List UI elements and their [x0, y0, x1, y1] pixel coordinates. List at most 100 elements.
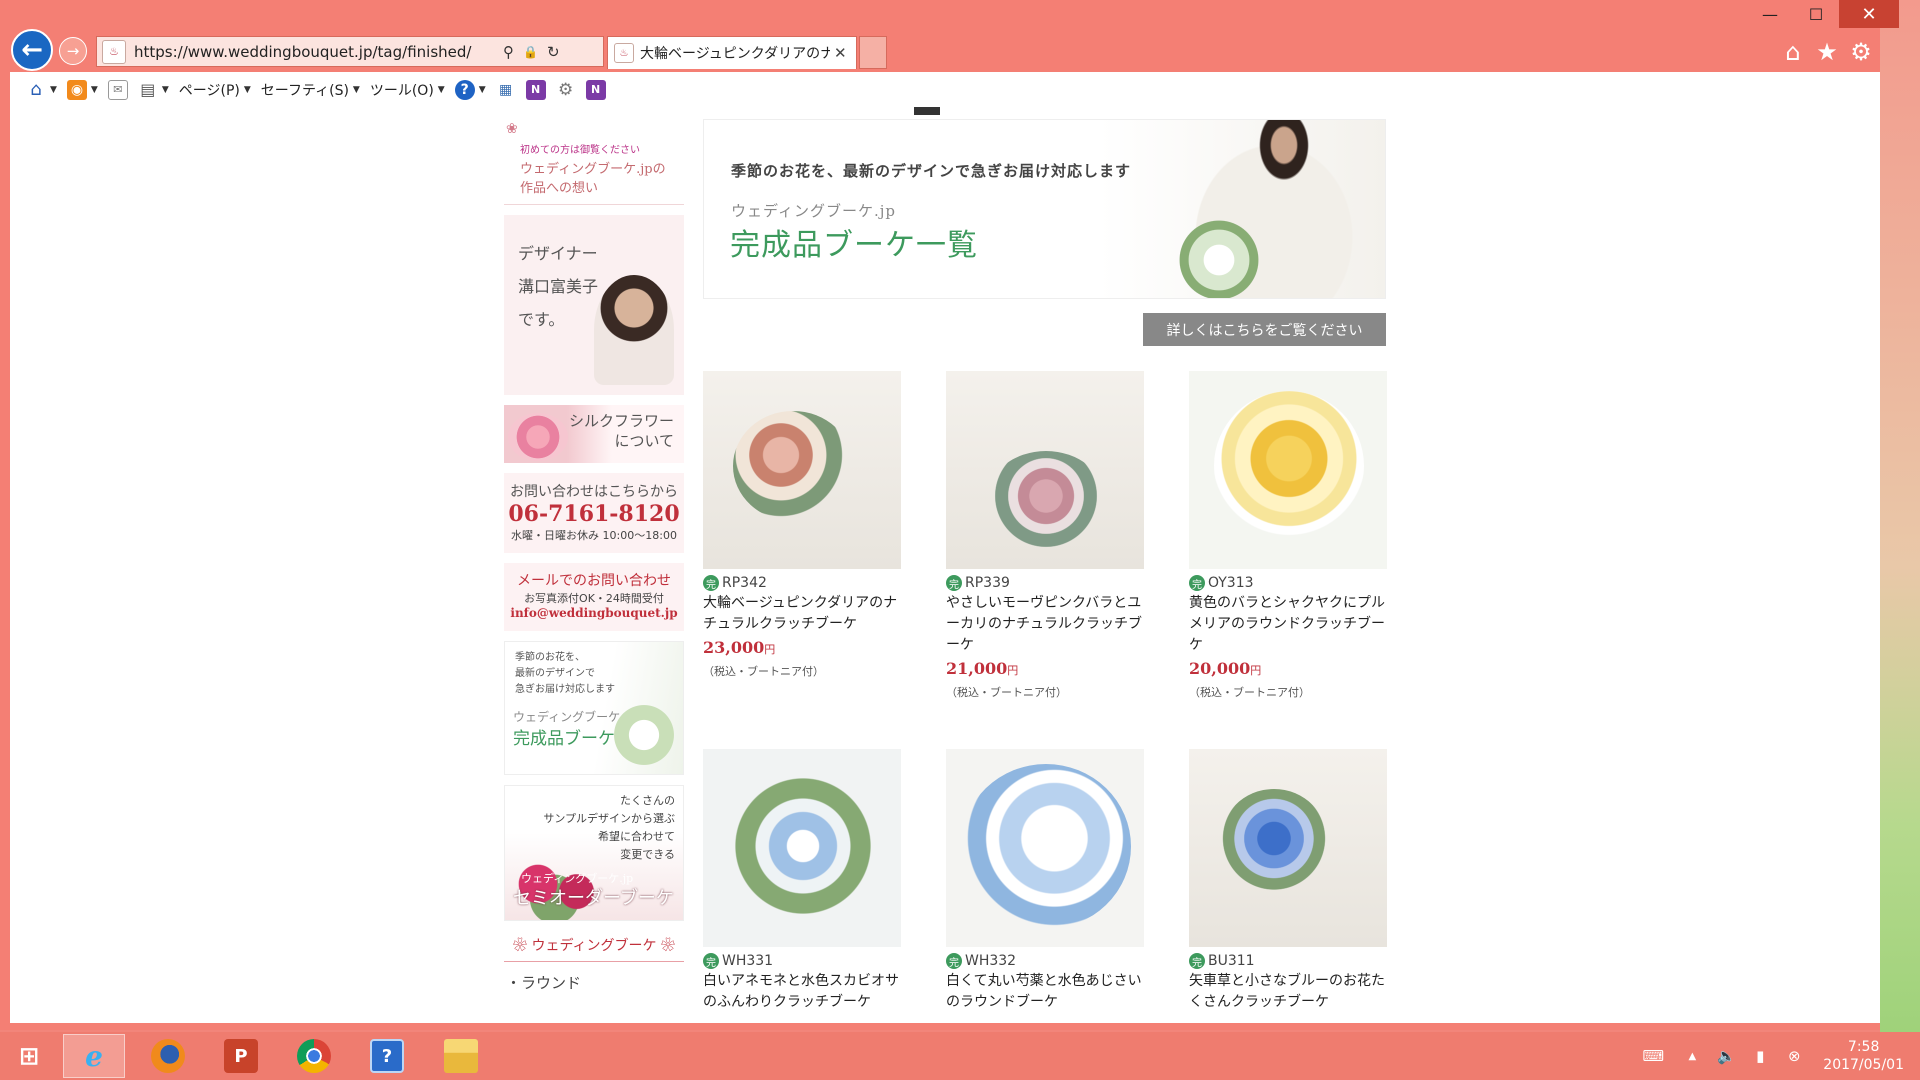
- sidebar-semi-order-banner[interactable]: たくさんの サンプルデザインから選ぶ 希望に合わせて 変更できる ウェディングブ…: [504, 785, 684, 921]
- minimize-button[interactable]: —: [1747, 0, 1793, 28]
- product-image[interactable]: [703, 371, 901, 569]
- cmd-feeds-button[interactable]: ◉ ▼: [66, 79, 98, 100]
- maximize-button[interactable]: ☐: [1793, 0, 1839, 28]
- clock[interactable]: 7:58 2017/05/01: [1823, 1038, 1904, 1074]
- sidebar: ❀ 初めての方は御覧ください ウェディングブーケ.jpの 作品への想い デザイナ…: [504, 119, 684, 993]
- cmd-tools-menu[interactable]: ツール(O) ▼: [370, 80, 445, 100]
- finished-badge-icon: 完: [946, 575, 962, 591]
- page-viewport: ❀ 初めての方は御覧ください ウェディングブーケ.jpの 作品への想い デザイナ…: [10, 107, 1880, 1023]
- onenote-icon: N: [525, 79, 546, 100]
- product-name[interactable]: 矢車草と小さなブルーのお花たくさんクラッチブーケ: [1189, 971, 1389, 1013]
- tab-close-icon[interactable]: ✕: [834, 44, 847, 62]
- firefox-icon: [151, 1039, 185, 1073]
- product-image[interactable]: [946, 749, 1144, 947]
- designer-line-2: 溝口富美子: [518, 277, 599, 296]
- chevron-up-icon[interactable]: ▲: [1677, 1041, 1707, 1071]
- price-unit: 円: [764, 643, 776, 656]
- address-url[interactable]: https://www.weddingbouquet.jp/tag/finish…: [134, 43, 494, 61]
- contact-hours: 水曜・日曜お休み 10:00～18:00: [511, 529, 677, 542]
- product-name[interactable]: 白いアネモネと水色スカビオサのふんわりクラッチブーケ: [703, 971, 903, 1013]
- forward-button[interactable]: →: [59, 37, 87, 65]
- product-card[interactable]: 完 RP342 大輪ベージュピンクダリアのナチュラルクラッチブーケ 23,000円…: [703, 371, 903, 683]
- mail-label: メールでのお問い合わせ: [517, 573, 671, 589]
- product-image[interactable]: [1189, 371, 1387, 569]
- sidebar-category-round[interactable]: ・ラウンド: [504, 972, 684, 993]
- tab-favicon-icon: ♨: [614, 43, 634, 63]
- help-book-icon: ?: [370, 1039, 404, 1073]
- network-disconnected-icon[interactable]: ⊗: [1779, 1041, 1809, 1071]
- onenote-linked-icon: N: [585, 79, 606, 100]
- finished-badge-icon: 完: [946, 953, 962, 969]
- back-arrow-icon: ←: [21, 35, 43, 65]
- cmd-page-menu[interactable]: ページ(P) ▼: [179, 80, 251, 100]
- cmd-addon-button[interactable]: ⚙: [556, 80, 576, 100]
- cmd-help-button[interactable]: ? ▼: [454, 79, 486, 100]
- product-name[interactable]: やさしいモーヴピンクバラとユーカリのナチュラルクラッチブーケ: [946, 593, 1146, 656]
- contact-label: お問い合わせはこちらから: [510, 484, 678, 500]
- finished-badge-icon: 完: [1189, 575, 1205, 591]
- product-card[interactable]: 完 WH332 白くて丸い芍薬と水色あじさいのラウンドブーケ: [946, 749, 1146, 1013]
- taskbar-internet-explorer[interactable]: e: [63, 1034, 125, 1078]
- sidebar-designer-link[interactable]: デザイナー 溝口富美子 です。: [504, 215, 684, 395]
- cmd-onenote-linked-button[interactable]: N: [585, 79, 606, 100]
- start-button[interactable]: ⊞: [0, 1034, 58, 1078]
- command-bar: ⌂ ▼ ◉ ▼ ✉ ▤ ▼ ページ(P) ▼ セーフティ(S) ▼ ツール(O) ▼ ? ▼ …: [10, 72, 1880, 107]
- taskbar-firefox[interactable]: [137, 1034, 199, 1078]
- search-icon[interactable]: ⚲: [503, 43, 514, 61]
- window-close-button[interactable]: ✕: [1839, 0, 1899, 28]
- battery-icon[interactable]: ▮: [1745, 1041, 1775, 1071]
- main-content: 季節のお花を、最新のデザインで急ぎお届け対応します ウェディングブーケ.jp 完…: [703, 119, 1396, 1010]
- cmd-mail-button[interactable]: ✉: [107, 79, 128, 100]
- taskbar-file-explorer[interactable]: [430, 1034, 492, 1078]
- chevron-down-icon: ▼: [161, 84, 169, 95]
- page-menu-label: ページ(P): [178, 82, 240, 99]
- site-favicon-icon: ♨: [102, 39, 126, 64]
- sidebar-intro-link[interactable]: ❀ 初めての方は御覧ください ウェディングブーケ.jpの 作品への想い: [504, 119, 684, 205]
- keyboard-icon[interactable]: ⌨: [1633, 1041, 1673, 1071]
- back-button[interactable]: ←: [11, 29, 53, 71]
- new-tab-button[interactable]: [859, 36, 887, 69]
- research-icon: ▦: [499, 81, 513, 98]
- mail-address[interactable]: info@weddingbouquet.jp: [504, 606, 684, 620]
- address-bar[interactable]: ♨ https://www.weddingbouquet.jp/tag/fini…: [96, 36, 604, 67]
- favorites-star-icon[interactable]: ★: [1812, 37, 1842, 67]
- chevron-down-icon: ▼: [50, 84, 57, 95]
- taskbar-help[interactable]: ?: [356, 1034, 418, 1078]
- settings-gear-icon[interactable]: ⚙: [1846, 37, 1876, 67]
- tab-active[interactable]: ♨ 大輪ベージュピンクダリアのナチ... ✕: [607, 36, 857, 69]
- finished-badge-icon: 完: [1189, 953, 1205, 969]
- product-card[interactable]: 完 BU311 矢車草と小さなブルーのお花たくさんクラッチブーケ: [1189, 749, 1389, 1013]
- sidebar-silk-flower-link[interactable]: シルクフラワー について: [504, 405, 684, 463]
- cmd-home-button[interactable]: ⌂ ▼: [26, 79, 57, 100]
- product-name[interactable]: 黄色のバラとシャクヤクにプルメリアのラウンドクラッチブーケ: [1189, 593, 1389, 656]
- page-top-marker: [914, 107, 940, 115]
- product-card[interactable]: 完 WH331 白いアネモネと水色スカビオサのふんわりクラッチブーケ: [703, 749, 903, 1013]
- sidebar-mail-box[interactable]: メールでのお問い合わせ お写真添付OK・24時間受付 info@weddingb…: [504, 563, 684, 631]
- powerpoint-icon: P: [224, 1039, 258, 1073]
- product-name[interactable]: 白くて丸い芍薬と水色あじさいのラウンドブーケ: [946, 971, 1146, 1013]
- more-info-button[interactable]: 詳しくはこちらをご覧ください: [1143, 313, 1386, 346]
- cmd-research-button[interactable]: ▦: [496, 80, 516, 100]
- close-icon: ✕: [1861, 3, 1877, 25]
- sidebar-contact-box[interactable]: お問い合わせはこちらから 06-7161-8120 水曜・日曜お休み 10:00…: [504, 473, 684, 553]
- volume-icon[interactable]: 🔈: [1711, 1041, 1741, 1071]
- product-card[interactable]: 完 OY313 黄色のバラとシャクヤクにプルメリアのラウンドクラッチブーケ 20,…: [1189, 371, 1389, 704]
- silk-line-1: シルクフラワー: [568, 412, 674, 430]
- product-name[interactable]: 大輪ベージュピンクダリアのナチュラルクラッチブーケ: [703, 593, 903, 635]
- refresh-icon[interactable]: ↻: [547, 43, 560, 61]
- cmd-safety-menu[interactable]: セーフティ(S) ▼: [261, 80, 360, 100]
- cmd-onenote-button[interactable]: N: [525, 79, 546, 100]
- home-icon[interactable]: ⌂: [1778, 37, 1808, 67]
- product-image[interactable]: [1189, 749, 1387, 947]
- product-image[interactable]: [703, 749, 901, 947]
- taskbar-powerpoint[interactable]: P: [210, 1034, 272, 1078]
- contact-phone[interactable]: 06-7161-8120: [504, 501, 684, 527]
- taskbar-chrome[interactable]: [283, 1034, 345, 1078]
- cmd-print-button[interactable]: ▤ ▼: [138, 80, 169, 100]
- banner-title: 完成品ブーケ一覧: [730, 228, 978, 263]
- product-card[interactable]: 完 RP339 やさしいモーヴピンクバラとユーカリのナチュラルクラッチブーケ 21…: [946, 371, 1146, 704]
- internet-explorer-icon: e: [85, 1039, 103, 1073]
- sidebar-finished-bouquet-banner[interactable]: 季節のお花を、 最新のデザインで 急ぎお届け対応します ウェディングブーケ.jp…: [504, 641, 684, 775]
- product-image[interactable]: [946, 371, 1144, 569]
- lock-icon[interactable]: 🔒: [523, 45, 538, 59]
